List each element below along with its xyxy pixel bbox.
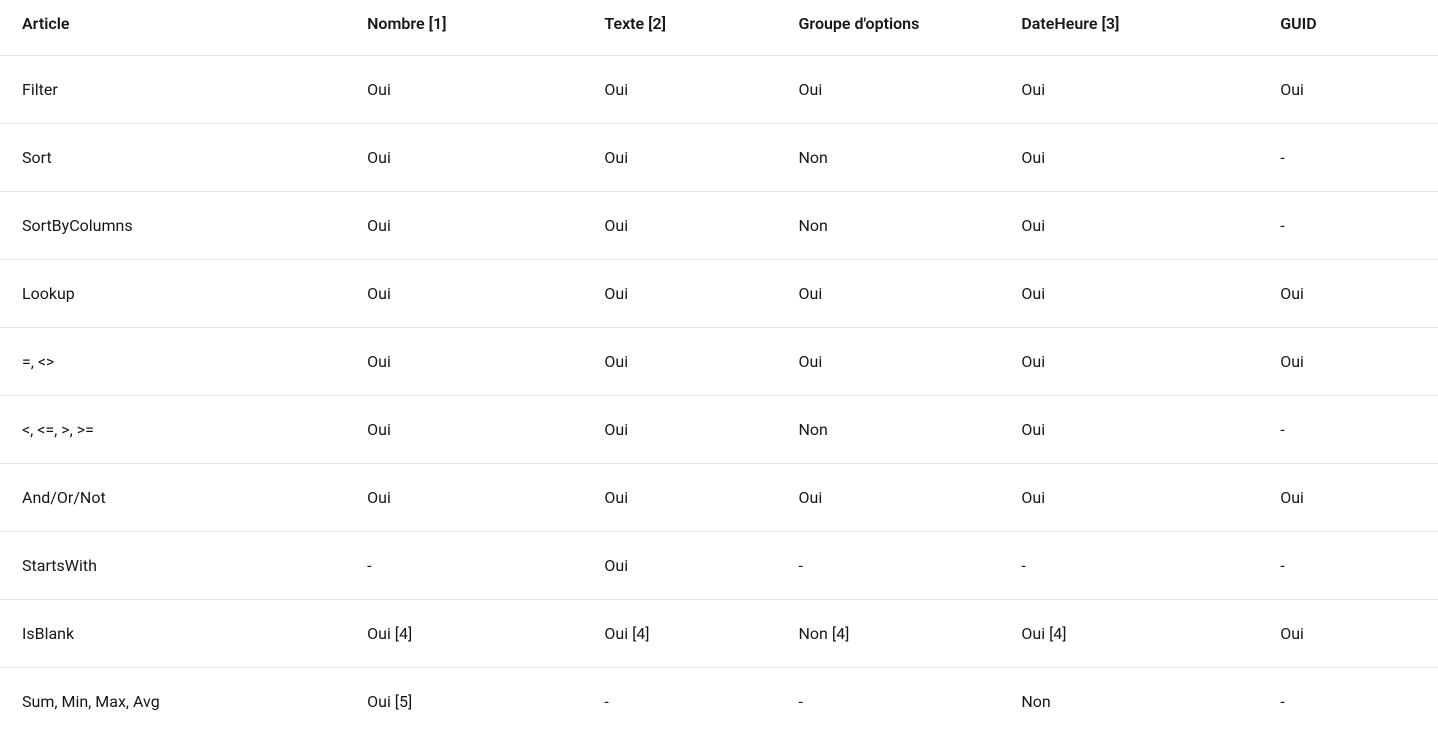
cell-article: Lookup	[0, 260, 345, 328]
cell-article: And/Or/Not	[0, 464, 345, 532]
cell-guid: -	[1258, 668, 1438, 736]
column-header-groupe: Groupe d'options	[777, 0, 1000, 56]
cell-dateheure: Non	[999, 668, 1258, 736]
cell-guid: Oui	[1258, 464, 1438, 532]
cell-texte: Oui	[582, 396, 776, 464]
cell-nombre: Oui	[345, 192, 582, 260]
table-row: And/Or/NotOuiOuiOuiOuiOui	[0, 464, 1438, 532]
cell-nombre: Oui	[345, 328, 582, 396]
cell-groupe: Non	[777, 192, 1000, 260]
cell-texte: Oui	[582, 328, 776, 396]
table-row: <, <=, >, >=OuiOuiNonOui-	[0, 396, 1438, 464]
cell-nombre: Oui	[345, 124, 582, 192]
cell-groupe: Non	[777, 396, 1000, 464]
cell-guid: -	[1258, 396, 1438, 464]
cell-guid: -	[1258, 532, 1438, 600]
cell-nombre: Oui	[345, 56, 582, 124]
cell-nombre: Oui	[345, 396, 582, 464]
cell-nombre: Oui	[345, 464, 582, 532]
cell-article: Filter	[0, 56, 345, 124]
cell-texte: Oui [4]	[582, 600, 776, 668]
cell-groupe: Non [4]	[777, 600, 1000, 668]
cell-article: Sort	[0, 124, 345, 192]
cell-groupe: -	[777, 668, 1000, 736]
cell-groupe: Oui	[777, 464, 1000, 532]
cell-nombre: Oui [4]	[345, 600, 582, 668]
cell-guid: Oui	[1258, 260, 1438, 328]
table-row: Sum, Min, Max, AvgOui [5]--Non-	[0, 668, 1438, 736]
table-row: LookupOuiOuiOuiOuiOui	[0, 260, 1438, 328]
cell-guid: Oui	[1258, 328, 1438, 396]
compatibility-table-wrap: Article Nombre [1] Texte [2] Groupe d'op…	[0, 0, 1438, 735]
cell-dateheure: Oui	[999, 396, 1258, 464]
table-row: =, <>OuiOuiOuiOuiOui	[0, 328, 1438, 396]
cell-groupe: Non	[777, 124, 1000, 192]
cell-groupe: Oui	[777, 328, 1000, 396]
cell-guid: -	[1258, 124, 1438, 192]
cell-article: IsBlank	[0, 600, 345, 668]
cell-guid: -	[1258, 192, 1438, 260]
cell-groupe: Oui	[777, 56, 1000, 124]
column-header-article: Article	[0, 0, 345, 56]
cell-article: SortByColumns	[0, 192, 345, 260]
cell-dateheure: -	[999, 532, 1258, 600]
cell-texte: Oui	[582, 260, 776, 328]
cell-dateheure: Oui	[999, 464, 1258, 532]
cell-groupe: Oui	[777, 260, 1000, 328]
cell-article: StartsWith	[0, 532, 345, 600]
cell-article: <, <=, >, >=	[0, 396, 345, 464]
cell-texte: Oui	[582, 56, 776, 124]
cell-nombre: -	[345, 532, 582, 600]
column-header-texte: Texte [2]	[582, 0, 776, 56]
cell-texte: Oui	[582, 532, 776, 600]
cell-texte: -	[582, 668, 776, 736]
column-header-dateheure: DateHeure [3]	[999, 0, 1258, 56]
cell-guid: Oui	[1258, 56, 1438, 124]
cell-guid: Oui	[1258, 600, 1438, 668]
cell-dateheure: Oui	[999, 328, 1258, 396]
table-header-row: Article Nombre [1] Texte [2] Groupe d'op…	[0, 0, 1438, 56]
table-row: SortByColumnsOuiOuiNonOui-	[0, 192, 1438, 260]
table-row: IsBlankOui [4]Oui [4]Non [4]Oui [4]Oui	[0, 600, 1438, 668]
cell-nombre: Oui [5]	[345, 668, 582, 736]
table-row: FilterOuiOuiOuiOuiOui	[0, 56, 1438, 124]
cell-texte: Oui	[582, 192, 776, 260]
cell-dateheure: Oui	[999, 192, 1258, 260]
cell-dateheure: Oui	[999, 56, 1258, 124]
cell-nombre: Oui	[345, 260, 582, 328]
column-header-guid: GUID	[1258, 0, 1438, 56]
cell-texte: Oui	[582, 464, 776, 532]
cell-article: Sum, Min, Max, Avg	[0, 668, 345, 736]
cell-article: =, <>	[0, 328, 345, 396]
cell-dateheure: Oui [4]	[999, 600, 1258, 668]
column-header-nombre: Nombre [1]	[345, 0, 582, 56]
compatibility-table: Article Nombre [1] Texte [2] Groupe d'op…	[0, 0, 1438, 735]
table-row: SortOuiOuiNonOui-	[0, 124, 1438, 192]
cell-groupe: -	[777, 532, 1000, 600]
cell-texte: Oui	[582, 124, 776, 192]
cell-dateheure: Oui	[999, 124, 1258, 192]
cell-dateheure: Oui	[999, 260, 1258, 328]
table-row: StartsWith-Oui---	[0, 532, 1438, 600]
